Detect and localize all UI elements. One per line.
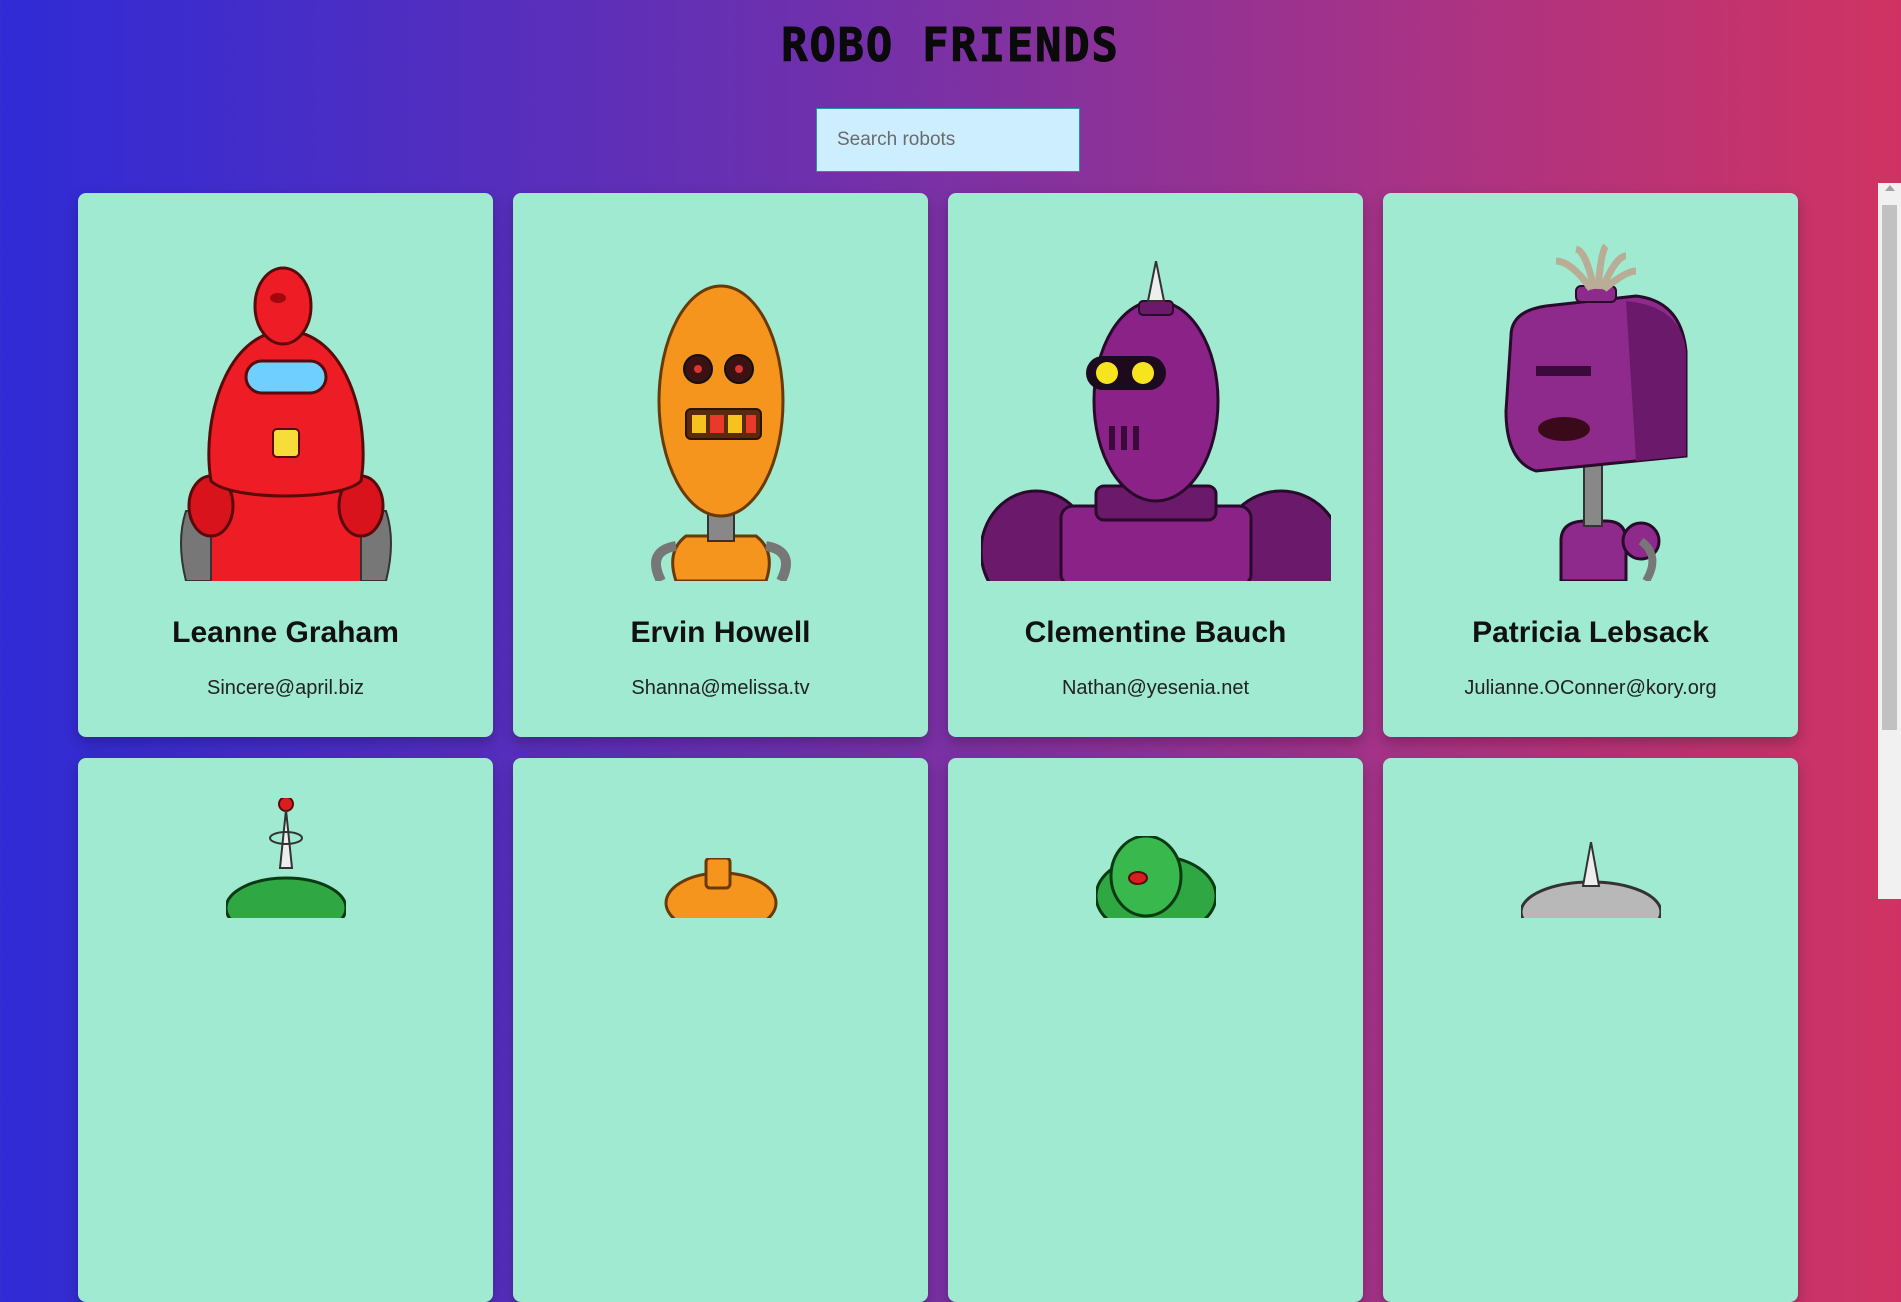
- scroll-up-arrow-icon[interactable]: [1885, 185, 1895, 191]
- robot-image: [78, 798, 493, 918]
- robot-email: Julianne.OConner@kory.org: [1464, 677, 1717, 699]
- robot-image: [948, 233, 1363, 581]
- robot-email: Nathan@yesenia.net: [1061, 677, 1250, 699]
- robot-card[interactable]: [948, 758, 1363, 1302]
- robot-card[interactable]: Ervin Howell Shanna@melissa.tv: [513, 193, 928, 737]
- robot-image: [1383, 233, 1798, 581]
- robot-name: Clementine Bauch: [1024, 616, 1287, 649]
- page-title: ROBO FRIENDS: [781, 18, 1120, 73]
- robot-card[interactable]: [513, 758, 928, 1302]
- gray-robot-icon: [1520, 842, 1661, 918]
- search-input[interactable]: [816, 108, 1080, 172]
- robot-card[interactable]: Clementine Bauch Nathan@yesenia.net: [948, 193, 1363, 737]
- green-robot-icon: [1095, 836, 1216, 918]
- robot-image: [948, 836, 1363, 918]
- red-robot-icon: [179, 266, 392, 581]
- robot-card[interactable]: Leanne Graham Sincere@april.biz: [78, 193, 493, 737]
- purple-robot-icon: [1503, 243, 1687, 581]
- robot-image: [78, 233, 493, 581]
- robot-card[interactable]: [1383, 758, 1798, 1302]
- robot-name: Patricia Lebsack: [1472, 616, 1709, 649]
- orange-robot-icon: [650, 284, 791, 581]
- robot-email: Shanna@melissa.tv: [631, 677, 810, 699]
- scroll-thumb[interactable]: [1882, 205, 1897, 730]
- robot-name: Ervin Howell: [630, 616, 811, 649]
- robot-image: [513, 233, 928, 581]
- orange-robot-icon: [664, 858, 777, 918]
- robot-card[interactable]: [78, 758, 493, 1302]
- vertical-scrollbar[interactable]: [1878, 183, 1901, 899]
- green-robot-icon: [225, 798, 346, 918]
- robot-email: Sincere@april.biz: [206, 677, 365, 699]
- robot-card[interactable]: Patricia Lebsack Julianne.OConner@kory.o…: [1383, 193, 1798, 737]
- purple-robot-icon: [980, 261, 1331, 581]
- robot-name: Leanne Graham: [172, 616, 399, 649]
- robot-image: [513, 858, 928, 918]
- robot-image: [1383, 842, 1798, 918]
